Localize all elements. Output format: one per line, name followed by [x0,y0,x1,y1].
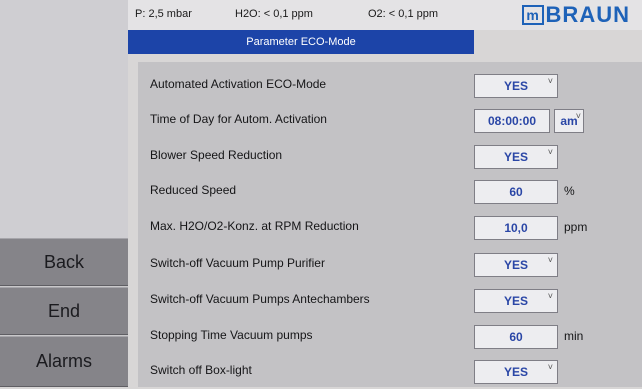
param-row-blower-speed-reduction: Blower Speed Reduction YES ˅ [138,138,642,174]
h2o-readout: H2O: < 0,1 ppm [235,8,313,20]
param-row-vacuum-pump-purifier: Switch-off Vacuum Pump Purifier YES ˅ [138,246,642,282]
row-label: Reduced Speed [150,183,237,197]
unit-label: min [564,329,584,343]
field-value: YES [503,258,528,272]
dropdown-caret-icon: ˅ [575,111,581,121]
sidebar: Back End Alarms [0,0,128,387]
field-value: YES [503,365,528,379]
param-row-max-concentration: Max. H2O/O2-Konz. at RPM Reduction 10,0 … [138,209,642,245]
unit-label: ppm [564,220,588,234]
vacuum-pumps-antechambers-select[interactable]: YES ˅ [474,289,558,313]
row-label: Time of Day for Autom. Activation [150,112,327,126]
automated-activation-select[interactable]: YES ˅ [474,74,558,98]
sidebar-blank-area [0,0,128,239]
alarms-button[interactable]: Alarms [0,336,128,387]
row-label: Blower Speed Reduction [150,148,283,162]
field-value: YES [503,150,528,164]
field-value: YES [503,294,528,308]
dropdown-caret-icon: ˅ [547,76,553,86]
page-title: Parameter ECO-Mode [128,30,474,54]
row-label: Automated Activation ECO-Mode [150,77,327,91]
dropdown-caret-icon: ˅ [547,147,553,157]
logo-text: BRAUN [545,2,630,27]
param-row-box-light: Switch off Box-light YES ˅ [138,353,642,389]
param-row-stopping-time: Stopping Time Vacuum pumps 60 min [138,318,642,354]
param-row-automated-activation: Automated Activation ECO-Mode YES ˅ [138,67,642,103]
field-value: 08:00:00 [487,114,537,128]
param-row-reduced-speed: Reduced Speed 60 % [138,173,642,209]
param-row-time-of-day: Time of Day for Autom. Activation 08:00:… [138,102,642,138]
reduced-speed-input[interactable]: 60 [474,180,558,204]
row-label: Max. H2O/O2-Konz. at RPM Reduction [150,219,359,233]
back-button[interactable]: Back [0,238,128,286]
param-row-vacuum-pumps-antechambers: Switch-off Vacuum Pumps Antechambers YES… [138,282,642,318]
field-value: YES [503,79,528,93]
o2-readout: O2: < 0,1 ppm [368,8,439,20]
box-light-select[interactable]: YES ˅ [474,360,558,384]
end-button[interactable]: End [0,287,128,335]
activation-time-input[interactable]: 08:00:00 [474,109,550,133]
stopping-time-input[interactable]: 60 [474,325,558,349]
field-value: 10,0 [504,221,528,235]
unit-label: % [564,184,575,198]
field-value: 60 [509,185,523,199]
braun-logo: m BRAUN [500,2,630,27]
am-pm-select[interactable]: am ˅ [554,109,584,133]
row-label: Switch-off Vacuum Pump Purifier [150,256,325,270]
row-label: Switch-off Vacuum Pumps Antechambers [150,292,370,306]
dropdown-caret-icon: ˅ [547,362,553,372]
field-value: 60 [509,330,523,344]
max-concentration-input[interactable]: 10,0 [474,216,558,240]
blower-speed-reduction-select[interactable]: YES ˅ [474,145,558,169]
logo-mark: m [521,5,544,25]
pressure-readout: P: 2,5 mbar [135,8,192,20]
row-label: Switch off Box-light [150,363,252,377]
row-label: Stopping Time Vacuum pumps [150,328,313,342]
dropdown-caret-icon: ˅ [547,255,553,265]
status-bar: P: 2,5 mbar H2O: < 0,1 ppm O2: < 0,1 ppm… [128,0,642,30]
dropdown-caret-icon: ˅ [547,291,553,301]
vacuum-pump-purifier-select[interactable]: YES ˅ [474,253,558,277]
